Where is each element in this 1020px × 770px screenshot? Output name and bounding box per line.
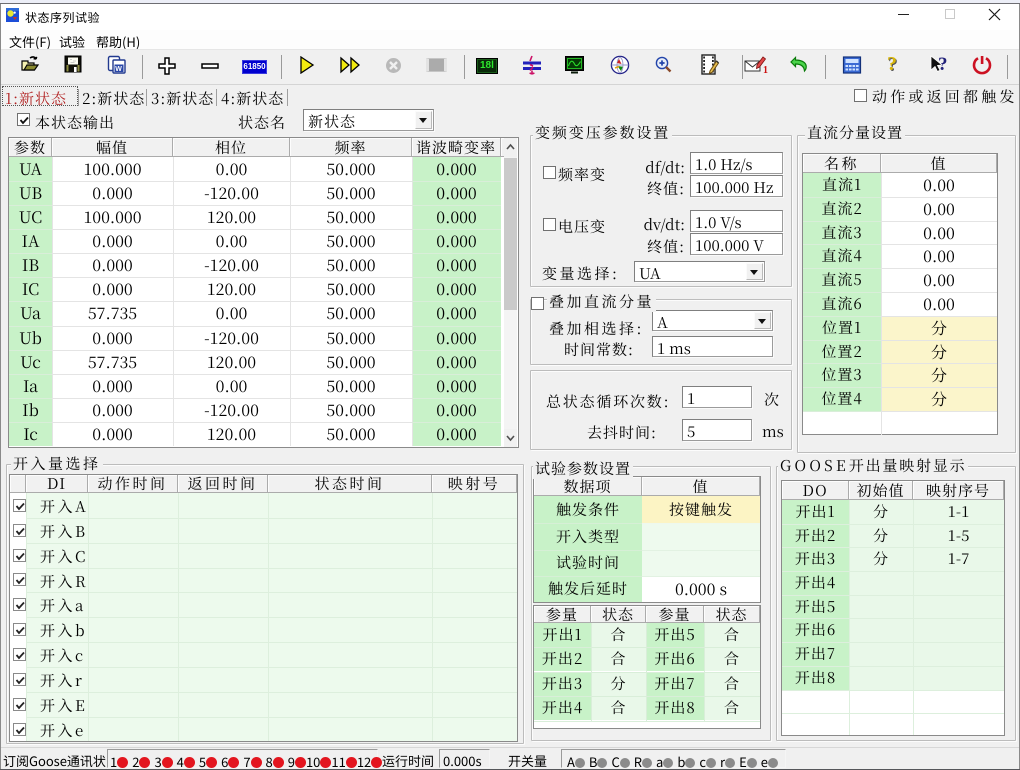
svg-text:W: W: [115, 66, 123, 73]
svg-text:1: 1: [763, 65, 769, 76]
